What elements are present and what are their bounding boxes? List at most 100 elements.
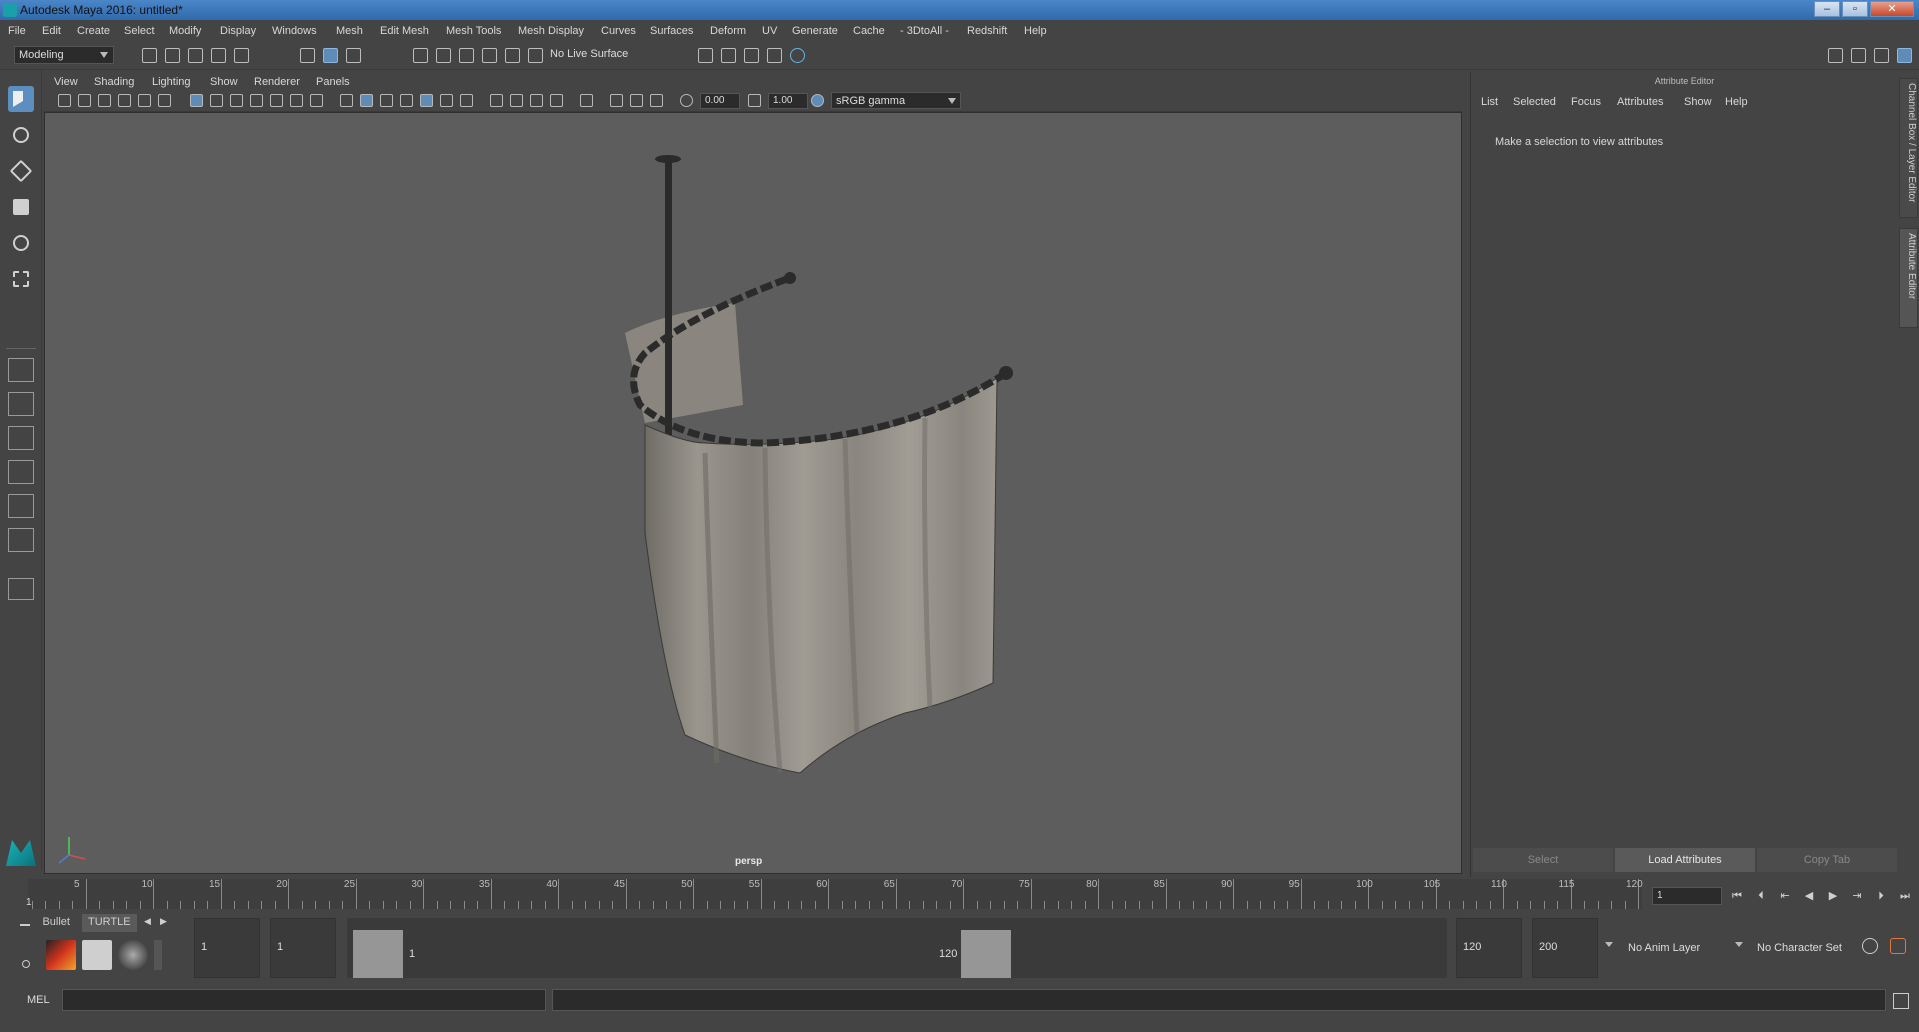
field-chart-icon[interactable] [270,94,283,107]
select-by-hierarchy-icon[interactable] [300,48,315,63]
range-start-handle[interactable] [353,930,403,978]
persp-graph-layout-button[interactable] [8,460,34,484]
script-editor-icon[interactable] [1893,993,1909,1009]
playback-preferences-icon[interactable] [1890,938,1906,954]
depth-of-field-icon[interactable] [550,94,563,107]
ipr-render-icon[interactable] [744,48,759,63]
channel-box-tab[interactable]: Channel Box / Layer Editor [1899,78,1918,218]
step-back-key-icon[interactable]: ⇤ [1778,889,1792,903]
anti-aliasing-icon[interactable] [530,94,543,107]
redshift-render-icon[interactable] [46,940,76,970]
live-surface-label[interactable]: No Live Surface [550,48,628,60]
gate-mask-icon[interactable] [250,94,263,107]
render-settings-icon[interactable] [698,48,713,63]
menu-edit[interactable]: Edit [42,25,61,37]
persp-outliner-layout-button[interactable] [8,426,34,450]
custom-layout-button[interactable] [8,578,34,600]
minimize-button[interactable]: – [1814,1,1840,17]
camera-attributes-icon[interactable] [78,94,91,107]
use-all-lights-icon[interactable] [440,94,453,107]
redshift-material-icon[interactable] [82,940,112,970]
menu-display[interactable]: Display [220,25,256,37]
chevron-left-icon[interactable]: ◀ [144,916,151,927]
menu-create[interactable]: Create [77,25,110,37]
shelf-tab-bullet[interactable]: Bullet [36,914,76,932]
menu-mesh[interactable]: Mesh [336,25,363,37]
mel-input-field[interactable] [62,989,546,1011]
time-slider[interactable]: 5 10 15 20 25 30 35 40 45 50 55 60 65 70 75 80 85 90 95 100… [0,877,1919,912]
film-gate-icon[interactable] [210,94,223,107]
step-forward-icon[interactable]: ⏵ [1874,889,1888,903]
maximize-button[interactable]: ▫ [1842,1,1868,17]
menu-windows[interactable]: Windows [272,25,317,37]
undo-icon[interactable] [211,48,226,63]
safe-action-icon[interactable] [290,94,303,107]
redshift-sphere-icon[interactable] [118,940,148,970]
make-live-icon[interactable] [505,48,520,63]
wireframe-icon[interactable] [340,94,353,107]
go-to-start-icon[interactable]: ⏮ [1730,889,1744,903]
grid-icon[interactable] [190,94,203,107]
attribute-editor-tab[interactable]: Attribute Editor [1899,228,1918,328]
smooth-shade-icon[interactable] [360,94,373,107]
move-tool[interactable] [8,194,34,220]
workspace-select[interactable]: Modeling [14,46,114,64]
modeling-toolkit-icon[interactable] [1828,48,1843,63]
render-frame-icon[interactable] [721,48,736,63]
snap-surface-icon[interactable] [528,48,543,63]
select-by-component-icon[interactable] [346,48,361,63]
gamma-field[interactable]: 1.00 [768,93,808,109]
go-to-end-icon[interactable]: ⏭ [1898,889,1912,903]
menu-edit-mesh[interactable]: Edit Mesh [380,25,429,37]
current-frame-field[interactable]: 1 [1652,887,1722,905]
resolution-gate-icon[interactable] [230,94,243,107]
hypershade-icon[interactable] [790,48,805,63]
default-material-icon[interactable] [400,94,413,107]
new-scene-icon[interactable] [142,48,157,63]
shelf-scroll-icon[interactable] [154,940,162,970]
viewport-menu-panels[interactable]: Panels [316,76,350,88]
ae-menu-attributes[interactable]: Attributes [1617,96,1663,108]
menu-mesh-display[interactable]: Mesh Display [518,25,584,37]
menu-file[interactable]: File [8,25,26,37]
anim-layer-select[interactable]: No Anim Layer [1628,942,1700,954]
color-management-icon[interactable] [811,94,824,107]
menu-deform[interactable]: Deform [710,25,746,37]
range-end-handle[interactable] [961,930,1011,978]
perspective-viewport[interactable]: persp [44,112,1462,874]
snap-grid-icon[interactable] [413,48,428,63]
snap-curve-icon[interactable] [436,48,451,63]
menu-select[interactable]: Select [124,25,155,37]
end-time-field[interactable]: 200 [1532,918,1598,978]
step-back-icon[interactable]: ⏴ [1754,889,1768,903]
ae-menu-focus[interactable]: Focus [1571,96,1601,108]
gamma-icon[interactable] [748,94,761,107]
color-space-select[interactable]: sRGB gamma [831,92,961,109]
viewport-menu-renderer[interactable]: Renderer [254,76,300,88]
exposure-icon[interactable] [680,94,693,107]
wireframe-on-shaded-icon[interactable] [380,94,393,107]
play-backward-icon[interactable]: ◀ [1802,889,1816,903]
2d-pan-zoom-icon[interactable] [138,94,151,107]
copy-tab-button[interactable]: Copy Tab [1757,848,1897,872]
script-language-label[interactable]: MEL [27,994,50,1006]
safe-title-icon[interactable] [310,94,323,107]
xray-active-icon[interactable] [630,94,643,107]
menu-modify[interactable]: Modify [169,25,201,37]
menu-mesh-tools[interactable]: Mesh Tools [446,25,501,37]
menu-cache[interactable]: Cache [853,25,885,37]
shadows-icon[interactable] [460,94,473,107]
collapse-icon[interactable] [20,924,30,926]
bookmark-icon[interactable] [98,94,111,107]
motion-blur-icon[interactable] [510,94,523,107]
ae-menu-selected[interactable]: Selected [1513,96,1556,108]
textured-icon[interactable] [420,94,433,107]
xray-icon[interactable] [610,94,623,107]
chevron-down-icon[interactable] [1605,942,1613,947]
snap-view-plane-icon[interactable] [482,48,497,63]
single-perspective-layout-button[interactable] [8,358,34,382]
menu-help[interactable]: Help [1024,25,1047,37]
paint-select-tool[interactable] [8,158,34,184]
select-tool[interactable] [8,86,34,112]
load-attributes-button[interactable]: Load Attributes [1615,848,1755,872]
